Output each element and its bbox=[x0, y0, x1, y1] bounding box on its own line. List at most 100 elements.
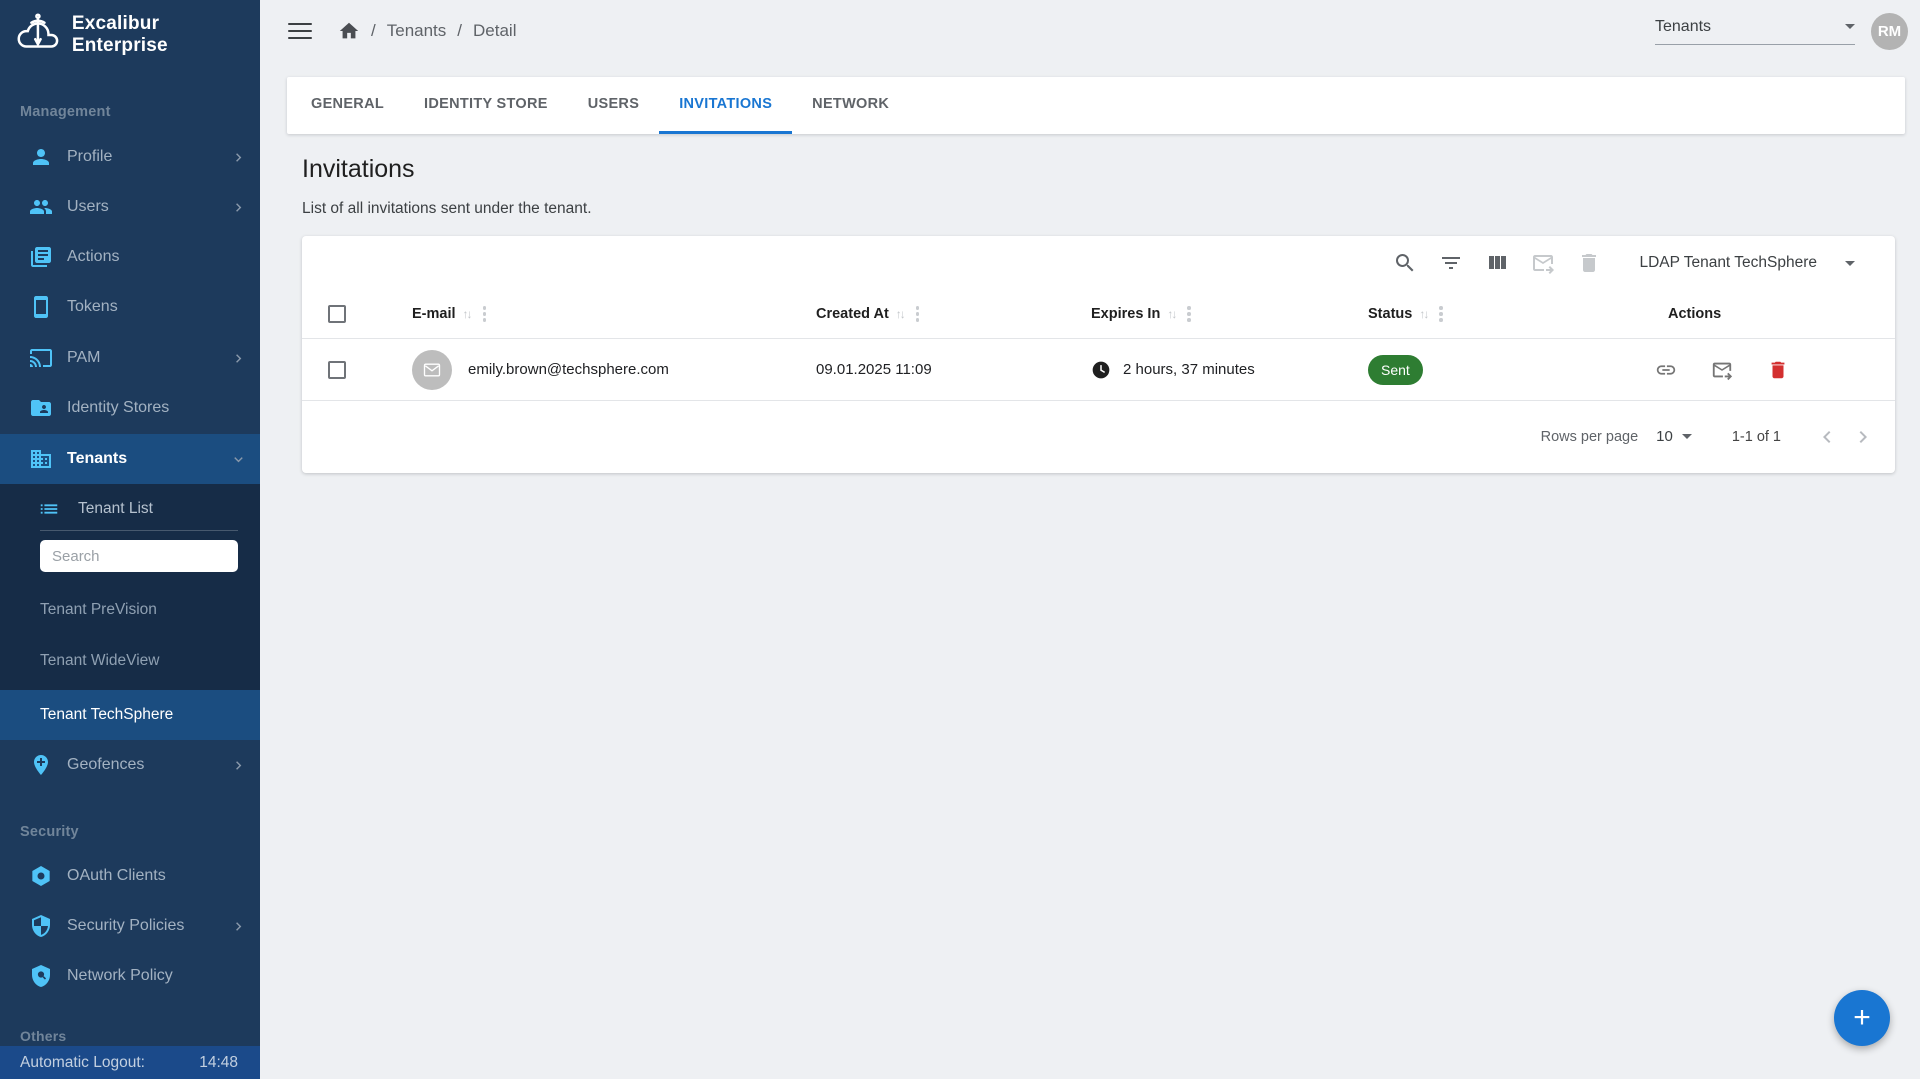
sidebar-item-actions[interactable]: Actions bbox=[0, 232, 260, 282]
tab-users[interactable]: USERS bbox=[568, 77, 659, 134]
library-icon bbox=[29, 245, 53, 269]
rows-per-page-label: Rows per page bbox=[1541, 429, 1639, 445]
sort-icon[interactable]: ↑↓ bbox=[463, 307, 471, 321]
auto-logout-countdown: 14:48 bbox=[199, 1054, 238, 1072]
column-header-expires-in: Expires In bbox=[1091, 306, 1160, 322]
dropdown-caret-icon bbox=[1682, 434, 1692, 439]
context-select[interactable]: Tenants bbox=[1655, 18, 1855, 45]
sidebar-item-pam[interactable]: PAM bbox=[0, 333, 260, 383]
context-select-value: Tenants bbox=[1655, 18, 1711, 36]
sidebar-item-tenants[interactable]: Tenants bbox=[0, 434, 260, 484]
sidebar-item-label: Users bbox=[67, 198, 109, 216]
sort-icon[interactable]: ↑↓ bbox=[1167, 307, 1175, 321]
tab-network[interactable]: NETWORK bbox=[792, 77, 909, 134]
column-menu-icon[interactable] bbox=[1187, 306, 1191, 322]
resend-mail-icon[interactable] bbox=[1531, 251, 1555, 275]
sidebar-item-oauth-clients[interactable]: OAuth Clients bbox=[0, 851, 260, 901]
home-icon[interactable] bbox=[338, 20, 360, 42]
pagination-controls bbox=[1815, 425, 1875, 449]
sidebar-item-users[interactable]: Users bbox=[0, 182, 260, 232]
search-icon[interactable] bbox=[1393, 251, 1417, 275]
sidebar-item-label: OAuth Clients bbox=[67, 867, 166, 885]
sort-icon[interactable]: ↑↓ bbox=[1419, 307, 1427, 321]
sidebar-item-label: Profile bbox=[67, 148, 112, 166]
breadcrumb-item-tenants[interactable]: Tenants bbox=[387, 21, 447, 41]
auto-logout-bar: Automatic Logout: 14:48 bbox=[0, 1046, 260, 1079]
chevron-down-icon bbox=[230, 451, 247, 468]
tenant-list-label: Tenant List bbox=[78, 500, 153, 518]
column-menu-icon[interactable] bbox=[916, 306, 920, 322]
section-security-label: Security bbox=[20, 824, 79, 840]
row-actions bbox=[1598, 359, 1895, 381]
sort-icon[interactable]: ↑↓ bbox=[896, 307, 904, 321]
token-icon bbox=[29, 864, 53, 888]
chevron-right-icon bbox=[230, 199, 247, 216]
add-invitation-fab[interactable]: + bbox=[1834, 990, 1890, 1046]
tenants-submenu: Tenant List Tenant PreVision Tenant Wide… bbox=[0, 484, 260, 740]
delete-icon[interactable] bbox=[1577, 251, 1601, 275]
invitations-card: LDAP Tenant TechSphere E-mail ↑↓ Created… bbox=[302, 236, 1895, 473]
breadcrumb-item-detail[interactable]: Detail bbox=[473, 21, 516, 41]
table-header-row: E-mail ↑↓ Created At ↑↓ Expires In ↑↓ St… bbox=[302, 290, 1895, 339]
tenant-option-label: Tenant WideView bbox=[40, 652, 159, 670]
cast-icon bbox=[29, 346, 53, 370]
invitation-avatar bbox=[412, 350, 452, 390]
row-checkbox[interactable] bbox=[328, 361, 346, 379]
breadcrumb: / Tenants / Detail bbox=[338, 20, 516, 42]
topbar: / Tenants / Detail Tenants RM bbox=[260, 0, 1920, 62]
app-logo: Excalibur Enterprise bbox=[14, 12, 260, 58]
sidebar-item-label: PAM bbox=[67, 349, 100, 367]
sidebar-item-network-policy[interactable]: Network Policy bbox=[0, 951, 260, 1001]
columns-icon[interactable] bbox=[1485, 251, 1509, 275]
breadcrumb-separator: / bbox=[371, 21, 376, 41]
tenant-option-techsphere[interactable]: Tenant TechSphere bbox=[0, 690, 260, 740]
tenant-search-input[interactable] bbox=[40, 540, 238, 572]
chevron-right-icon bbox=[230, 918, 247, 935]
table-row: emily.brown@techsphere.com 09.01.2025 11… bbox=[302, 339, 1895, 401]
user-avatar[interactable]: RM bbox=[1871, 13, 1908, 50]
filter-icon[interactable] bbox=[1439, 251, 1463, 275]
breadcrumb-separator: / bbox=[457, 21, 462, 41]
tenant-option-label: Tenant PreVision bbox=[40, 601, 157, 619]
chevron-right-icon bbox=[230, 350, 247, 367]
resend-invitation-icon[interactable] bbox=[1711, 359, 1733, 381]
tab-identity-store[interactable]: IDENTITY STORE bbox=[404, 77, 568, 134]
next-page-icon[interactable] bbox=[1851, 425, 1875, 449]
dropdown-caret-icon bbox=[1845, 24, 1855, 29]
tab-invitations[interactable]: INVITATIONS bbox=[659, 77, 792, 134]
section-management-label: Management bbox=[20, 104, 111, 120]
cloud-sword-logo-icon bbox=[14, 12, 62, 58]
page-title: Invitations bbox=[302, 155, 415, 184]
copy-link-icon[interactable] bbox=[1655, 359, 1677, 381]
select-all-checkbox[interactable] bbox=[328, 305, 346, 323]
sidebar-item-geofences[interactable]: Geofences bbox=[0, 740, 260, 790]
tenant-option-label: Tenant TechSphere bbox=[40, 706, 173, 724]
sidebar-item-security-policies[interactable]: Security Policies bbox=[0, 901, 260, 951]
main-area: / Tenants / Detail Tenants RM GENERAL ID… bbox=[260, 0, 1920, 1079]
column-menu-icon[interactable] bbox=[483, 306, 487, 322]
sidebar-item-label: Tenants bbox=[67, 450, 127, 468]
sidebar-item-label: Geofences bbox=[67, 756, 144, 774]
sidebar-item-identity-stores[interactable]: Identity Stores bbox=[0, 383, 260, 433]
dropdown-caret-icon bbox=[1845, 261, 1855, 266]
tenant-option-prevision[interactable]: Tenant PreVision bbox=[0, 585, 260, 635]
auto-logout-label: Automatic Logout: bbox=[20, 1054, 145, 1072]
column-menu-icon[interactable] bbox=[1439, 306, 1443, 322]
table-pagination: Rows per page 10 1-1 of 1 bbox=[302, 401, 1895, 472]
previous-page-icon[interactable] bbox=[1815, 425, 1839, 449]
sidebar-item-profile[interactable]: Profile bbox=[0, 132, 260, 182]
sidebar-item-label: Actions bbox=[67, 248, 119, 266]
sidebar-item-tenant-list[interactable]: Tenant List bbox=[0, 484, 260, 534]
menu-toggle-button[interactable] bbox=[288, 19, 312, 44]
person-icon bbox=[29, 145, 53, 169]
rows-per-page-select[interactable]: 10 bbox=[1656, 428, 1692, 445]
column-header-email: E-mail bbox=[412, 306, 456, 322]
delete-invitation-icon[interactable] bbox=[1767, 359, 1789, 381]
divider bbox=[40, 530, 238, 531]
folder-account-icon bbox=[29, 396, 53, 420]
tenant-option-wideview[interactable]: Tenant WideView bbox=[0, 636, 260, 686]
rows-per-page-value: 10 bbox=[1656, 428, 1673, 445]
sidebar-item-tokens[interactable]: Tokens bbox=[0, 282, 260, 332]
ldap-select[interactable]: LDAP Tenant TechSphere bbox=[1639, 254, 1855, 272]
tab-general[interactable]: GENERAL bbox=[291, 77, 404, 134]
